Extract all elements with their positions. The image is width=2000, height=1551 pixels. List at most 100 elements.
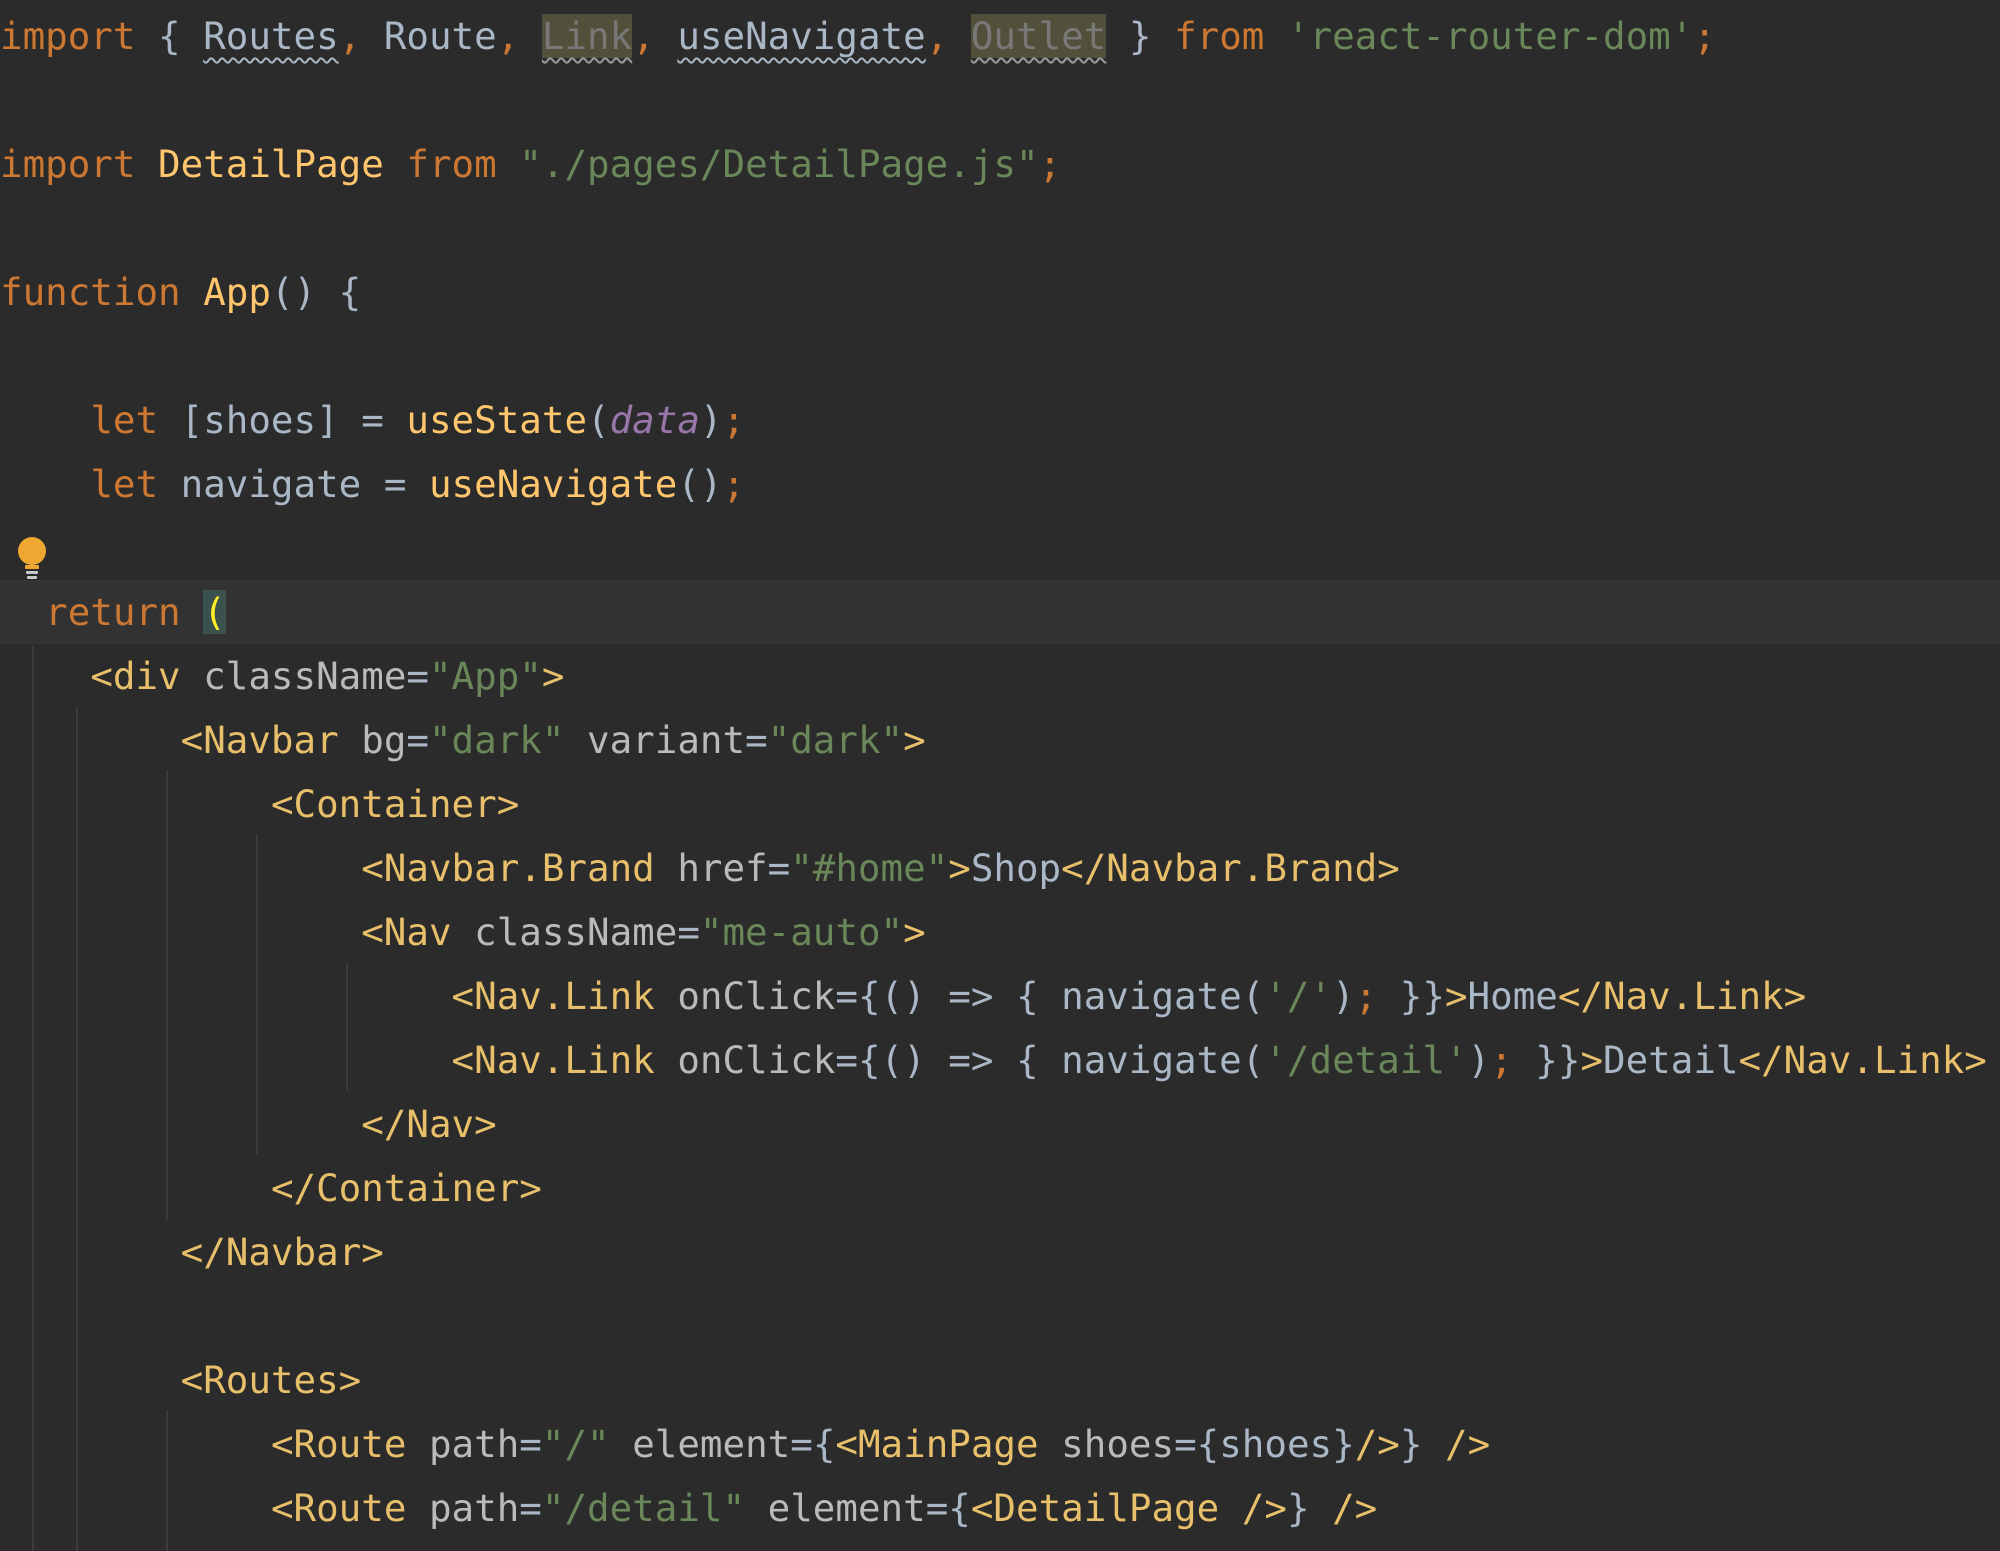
code-token: Route bbox=[383, 14, 497, 58]
code-line[interactable]: </Container> bbox=[0, 1156, 542, 1220]
code-token: <Container> bbox=[270, 782, 520, 826]
code-token: <Navbar.Brand bbox=[361, 846, 655, 890]
code-token: > bbox=[541, 654, 565, 698]
code-line[interactable]: <Route path="/detail" element={<DetailPa… bbox=[0, 1476, 1377, 1540]
code-token: ; bbox=[722, 398, 746, 442]
code-line[interactable]: <Nav.Link onClick={() => { navigate('/')… bbox=[0, 964, 1807, 1028]
code-token: <Nav bbox=[361, 910, 452, 954]
code-line[interactable]: <Navbar.Brand href="#home">Shop</Navbar.… bbox=[0, 836, 1400, 900]
code-token: = bbox=[745, 718, 768, 762]
code-token: </Nav> bbox=[361, 1102, 497, 1146]
code-token: ; bbox=[1693, 14, 1716, 58]
lightbulb-icon[interactable] bbox=[14, 534, 50, 582]
code-token: from bbox=[406, 142, 497, 186]
code-editor[interactable]: import { Routes, Route, Link, useNavigat… bbox=[0, 0, 2000, 1551]
code-token: Home bbox=[1467, 974, 1558, 1018]
code-token: path bbox=[428, 1486, 520, 1530]
code-token: }} bbox=[1377, 974, 1445, 1018]
code-token: path bbox=[428, 1422, 520, 1466]
code-line[interactable]: import { Routes, Route, Link, useNavigat… bbox=[0, 4, 1716, 68]
code-token: App bbox=[203, 270, 271, 314]
code-token: = bbox=[519, 1486, 542, 1530]
code-token: ={ bbox=[835, 974, 881, 1018]
code-token: = bbox=[767, 846, 791, 890]
code-token: Link bbox=[541, 14, 633, 58]
code-token: , bbox=[632, 14, 678, 58]
code-token: className bbox=[474, 910, 678, 954]
code-token: [shoes] = bbox=[158, 398, 407, 442]
code-token: ; bbox=[1354, 974, 1378, 1018]
code-token: let bbox=[90, 462, 159, 506]
code-token: ; bbox=[722, 462, 746, 506]
code-token: <div bbox=[90, 654, 181, 698]
code-token: </Container> bbox=[270, 1166, 542, 1210]
code-line[interactable]: </Navbar> bbox=[0, 1220, 384, 1284]
code-token: '/detail' bbox=[1264, 1038, 1468, 1082]
code-token: from bbox=[1174, 14, 1265, 58]
code-token: ) bbox=[1332, 974, 1355, 1018]
code-token: <MainPage bbox=[835, 1422, 1039, 1466]
code-token: "App" bbox=[428, 654, 542, 698]
code-line[interactable]: <div className="App"> bbox=[0, 644, 564, 708]
code-token: </Navbar> bbox=[180, 1230, 384, 1274]
code-line[interactable]: <Navbar bg="dark" variant="dark"> bbox=[0, 708, 926, 772]
code-token: import bbox=[0, 14, 136, 58]
code-token: <Route bbox=[270, 1486, 407, 1530]
code-line[interactable]: <Routes> bbox=[0, 1348, 362, 1412]
code-token: DetailPage bbox=[158, 142, 384, 186]
code-token: } bbox=[1399, 1422, 1445, 1466]
code-token: () => { navigate( bbox=[880, 1038, 1265, 1082]
code-line[interactable]: <Container> bbox=[0, 772, 519, 836]
code-token: = bbox=[790, 1422, 813, 1466]
code-line[interactable]: <Nav.Link onClick={() => { navigate('/de… bbox=[0, 1028, 1987, 1092]
code-token: = bbox=[406, 718, 429, 762]
code-line[interactable]: function App() { bbox=[0, 260, 361, 324]
code-token: /> bbox=[1445, 1422, 1491, 1466]
code-token: ={ bbox=[835, 1038, 881, 1082]
code-token: /> bbox=[1354, 1422, 1400, 1466]
code-token: = bbox=[677, 910, 700, 954]
code-token: <Nav.Link bbox=[451, 1038, 655, 1082]
code-line[interactable]: <Route path="/" element={<MainPage shoes… bbox=[0, 1412, 1490, 1476]
code-token: "#home" bbox=[790, 846, 949, 890]
code-token: href bbox=[677, 846, 768, 890]
code-token: function bbox=[0, 270, 181, 314]
code-line[interactable]: <Nav className="me-auto"> bbox=[0, 900, 925, 964]
code-line[interactable]: </Nav> bbox=[0, 1092, 497, 1156]
code-token: > bbox=[903, 718, 926, 762]
code-line[interactable]: let navigate = useNavigate(); bbox=[0, 452, 745, 516]
code-token: , bbox=[496, 14, 542, 58]
code-token: = bbox=[406, 654, 429, 698]
code-token: = bbox=[1174, 1422, 1197, 1466]
code-token: Shop bbox=[970, 846, 1062, 890]
code-line[interactable]: return ( bbox=[0, 580, 226, 644]
code-token: 'react-router-dom' bbox=[1286, 14, 1694, 58]
code-token: className bbox=[203, 654, 407, 698]
code-token: { bbox=[812, 1422, 836, 1466]
code-token: "me-auto" bbox=[699, 910, 904, 954]
code-line[interactable]: import DetailPage from "./pages/DetailPa… bbox=[0, 132, 1061, 196]
code-token: "dark" bbox=[767, 718, 904, 762]
code-token: () bbox=[677, 462, 723, 506]
code-token: element bbox=[632, 1422, 791, 1466]
code-line[interactable]: let [shoes] = useState(data); bbox=[0, 388, 745, 452]
code-token: () { bbox=[270, 270, 362, 314]
